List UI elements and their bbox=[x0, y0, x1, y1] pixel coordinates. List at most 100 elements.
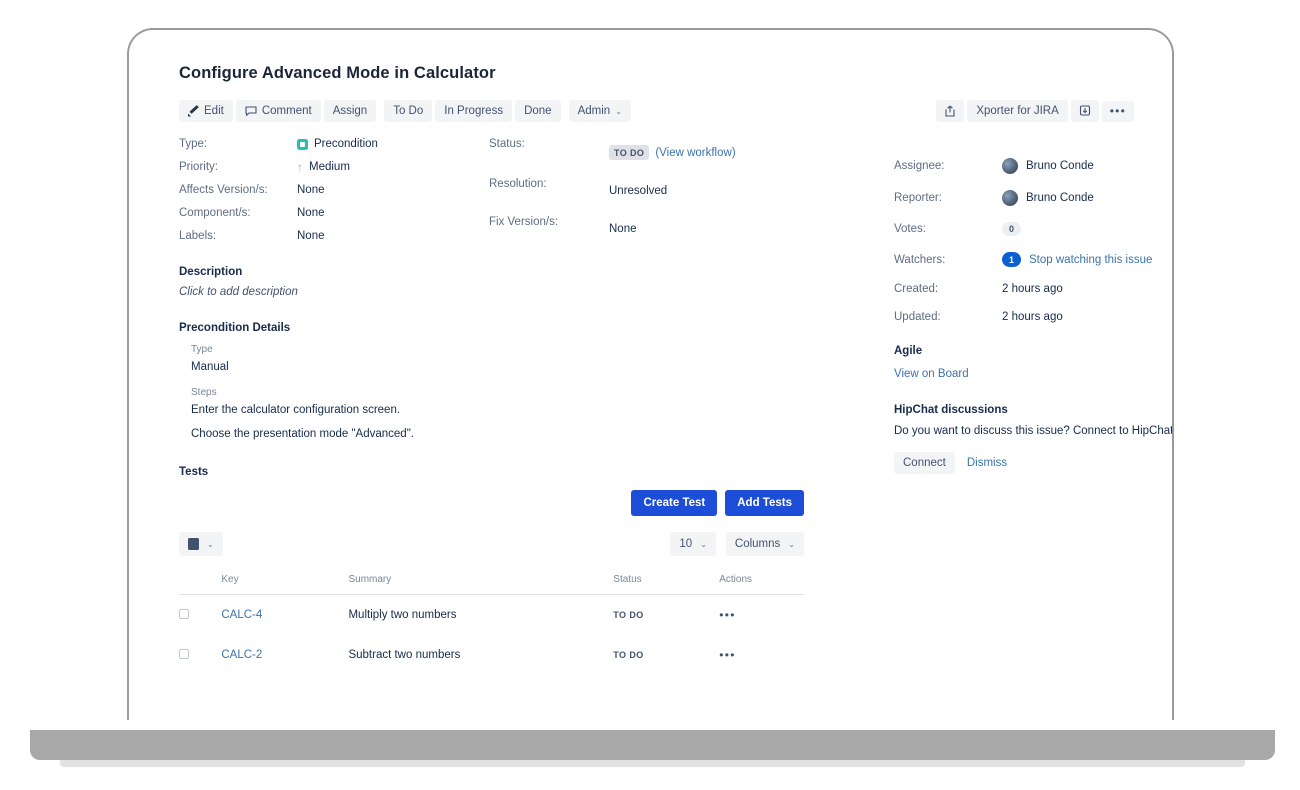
header-actions: Actions bbox=[719, 574, 804, 595]
view-workflow-link[interactable]: (View workflow) bbox=[655, 147, 735, 159]
field-value-components: None bbox=[297, 207, 489, 219]
more-actions-button[interactable]: ••• bbox=[1102, 101, 1134, 122]
sidebar-watchers-row: Watchers: 1 Stop watching this issue bbox=[894, 252, 1174, 267]
created-value: 2 hours ago bbox=[1002, 283, 1063, 295]
download-button[interactable] bbox=[1071, 100, 1099, 122]
issue-toolbar: Edit Comment Assign To Do bbox=[179, 100, 1134, 122]
page-size-dropdown[interactable]: 10 ⌄ bbox=[670, 532, 716, 556]
row-status-badge: TO DO bbox=[613, 650, 643, 660]
created-label: Created: bbox=[894, 283, 1002, 295]
tests-table-body: CALC-4 Multiply two numbers TO DO ••• bbox=[179, 595, 804, 676]
tests-action-buttons: Create Test Add Tests bbox=[179, 490, 804, 516]
header-checkbox bbox=[179, 574, 221, 595]
hipchat-description: Do you want to discuss this issue? Conne… bbox=[894, 423, 1174, 440]
sidebar-reporter-row: Reporter: Bruno Conde bbox=[894, 190, 1174, 206]
agile-heading: Agile bbox=[894, 345, 1174, 357]
watchers-label: Watchers: bbox=[894, 254, 1002, 266]
header-key[interactable]: Key bbox=[221, 574, 348, 595]
assign-button[interactable]: Assign bbox=[324, 100, 377, 122]
field-value-priority: ↑ Medium bbox=[297, 161, 489, 173]
field-label-priority: Priority: bbox=[179, 161, 297, 173]
reporter-name[interactable]: Bruno Conde bbox=[1026, 192, 1094, 204]
row-status-cell: TO DO bbox=[613, 595, 719, 636]
field-label-resolution: Resolution: bbox=[489, 178, 609, 204]
laptop-screen: Configure Advanced Mode in Calculator Ed… bbox=[127, 28, 1174, 720]
chevron-down-icon: ⌄ bbox=[615, 107, 622, 116]
row-checkbox[interactable] bbox=[179, 649, 189, 659]
tests-heading: Tests bbox=[179, 466, 804, 478]
row-key-cell: CALC-2 bbox=[221, 635, 348, 675]
hipchat-dismiss-button[interactable]: Dismiss bbox=[961, 452, 1013, 474]
chevron-down-icon: ⌄ bbox=[700, 540, 707, 549]
field-value-type: Precondition bbox=[297, 138, 489, 150]
hipchat-heading: HipChat discussions bbox=[894, 404, 1174, 416]
toolbar-right-group: Xporter for JIRA ••• bbox=[936, 100, 1134, 122]
laptop-mockup: Configure Advanced Mode in Calculator Ed… bbox=[0, 0, 1300, 790]
hipchat-connect-button[interactable]: Connect bbox=[894, 452, 955, 474]
row-actions-cell: ••• bbox=[719, 595, 804, 636]
field-value-affects-version: None bbox=[297, 184, 489, 196]
todo-transition-button[interactable]: To Do bbox=[384, 100, 432, 122]
tests-section: Tests Create Test Add Tests ⌄ 10 ⌄ bbox=[179, 466, 804, 675]
speech-bubble-icon bbox=[245, 106, 257, 117]
field-label-fix-version: Fix Version/s: bbox=[489, 216, 609, 242]
row-actions-ellipsis-icon[interactable]: ••• bbox=[719, 608, 736, 622]
square-icon bbox=[188, 538, 199, 550]
comment-button[interactable]: Comment bbox=[236, 100, 321, 122]
done-transition-button[interactable]: Done bbox=[515, 100, 561, 122]
row-checkbox[interactable] bbox=[179, 609, 189, 619]
jira-issue-page: Configure Advanced Mode in Calculator Ed… bbox=[129, 30, 1174, 720]
view-on-board-link[interactable]: View on Board bbox=[894, 368, 969, 380]
row-checkbox-cell bbox=[179, 595, 221, 636]
admin-menu-button[interactable]: Admin ⌄ bbox=[569, 100, 631, 122]
row-key-cell: CALC-4 bbox=[221, 595, 348, 636]
priority-medium-icon: ↑ bbox=[297, 161, 303, 173]
test-key-link[interactable]: CALC-2 bbox=[221, 649, 262, 661]
avatar bbox=[1002, 158, 1018, 174]
status-badge: TO DO bbox=[609, 145, 649, 160]
hipchat-buttons: Connect Dismiss bbox=[894, 452, 1174, 474]
sidebar-created-row: Created: 2 hours ago bbox=[894, 283, 1174, 295]
bulk-select-dropdown[interactable]: ⌄ bbox=[179, 532, 223, 556]
fields-column-left: Type: Precondition Priority: ↑ Medium Af… bbox=[179, 138, 489, 242]
pencil-icon bbox=[188, 106, 199, 117]
votes-value: 0 bbox=[1002, 222, 1021, 236]
watchers-badge: 1 bbox=[1002, 252, 1021, 267]
download-icon bbox=[1079, 105, 1091, 117]
field-value-labels: None bbox=[297, 230, 489, 242]
field-label-type: Type: bbox=[179, 138, 297, 150]
xporter-button[interactable]: Xporter for JIRA bbox=[967, 100, 1067, 122]
add-tests-button[interactable]: Add Tests bbox=[725, 490, 804, 516]
tests-table: Key Summary Status Actions CALC- bbox=[179, 574, 804, 675]
edit-button[interactable]: Edit bbox=[179, 100, 233, 122]
reporter-label: Reporter: bbox=[894, 192, 1002, 204]
row-actions-ellipsis-icon[interactable]: ••• bbox=[719, 648, 736, 662]
sidebar-votes-row: Votes: 0 bbox=[894, 222, 1174, 236]
header-summary[interactable]: Summary bbox=[348, 574, 613, 595]
fields-column-right: Status: TO DO (View workflow) Resolution… bbox=[489, 138, 736, 242]
columns-dropdown[interactable]: Columns ⌄ bbox=[726, 532, 804, 556]
updated-label: Updated: bbox=[894, 311, 1002, 323]
create-test-button[interactable]: Create Test bbox=[631, 490, 717, 516]
tests-toolbar: ⌄ 10 ⌄ Columns ⌄ bbox=[179, 532, 804, 556]
tests-table-header: Key Summary Status Actions bbox=[179, 574, 804, 595]
in-progress-transition-button[interactable]: In Progress bbox=[435, 100, 512, 122]
edit-button-label: Edit bbox=[204, 105, 224, 117]
watchers-value: 1 Stop watching this issue bbox=[1002, 252, 1152, 267]
updated-value: 2 hours ago bbox=[1002, 311, 1063, 323]
issue-sidebar: Assignee: Bruno Conde Reporter: Bruno Co… bbox=[894, 158, 1174, 474]
sidebar-updated-row: Updated: 2 hours ago bbox=[894, 311, 1174, 323]
header-status[interactable]: Status bbox=[613, 574, 719, 595]
assignee-label: Assignee: bbox=[894, 160, 1002, 172]
field-value-fix-version: None bbox=[609, 216, 736, 242]
row-status-badge: TO DO bbox=[613, 610, 643, 620]
test-key-link[interactable]: CALC-4 bbox=[221, 609, 262, 621]
stop-watching-link[interactable]: Stop watching this issue bbox=[1029, 254, 1152, 266]
todo-button-label: To Do bbox=[393, 105, 423, 117]
tests-toolbar-right: 10 ⌄ Columns ⌄ bbox=[670, 532, 804, 556]
assignee-name[interactable]: Bruno Conde bbox=[1026, 160, 1094, 172]
export-button[interactable] bbox=[936, 100, 964, 122]
ellipsis-icon: ••• bbox=[1110, 106, 1126, 117]
table-header-row: Key Summary Status Actions bbox=[179, 574, 804, 595]
row-summary-cell: Subtract two numbers bbox=[348, 635, 613, 675]
